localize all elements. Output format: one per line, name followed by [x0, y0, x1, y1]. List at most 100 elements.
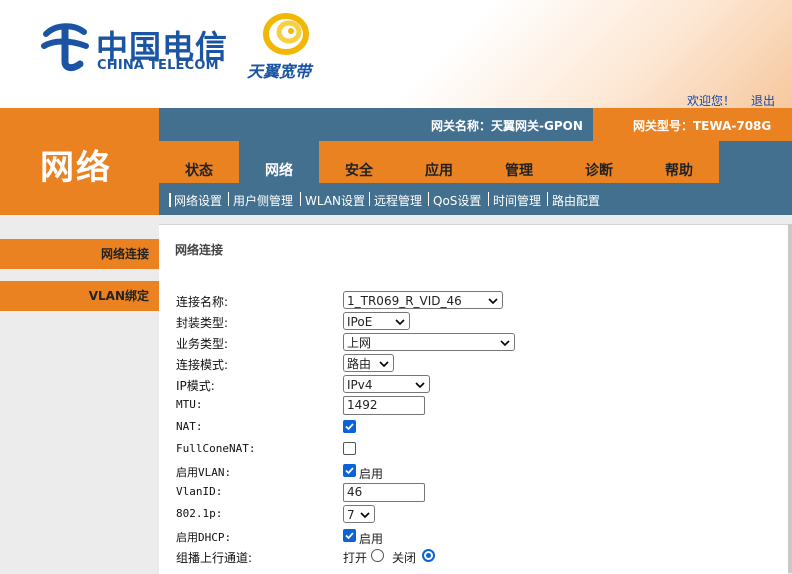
tab-network[interactable]: 网络	[239, 141, 319, 183]
dhcp-label: 启用DHCP:	[176, 531, 232, 544]
subnav-divider	[428, 192, 429, 206]
subnav-network-settings[interactable]: 网络设置	[174, 192, 222, 209]
main-tabs: 状态 网络 安全 应用 管理 诊断 帮助	[159, 141, 792, 183]
row-nat: NAT:	[176, 418, 776, 438]
tab-management[interactable]: 管理	[479, 141, 559, 183]
dhcp-checkbox[interactable]	[343, 529, 356, 542]
row-enable-dhcp: 启用DHCP: 启用	[176, 527, 776, 547]
row-connection-name: 连接名称: 1_TR069_R_VID_46	[176, 291, 776, 311]
connection-name-select[interactable]: 1_TR069_R_VID_46	[343, 291, 503, 309]
vlan-checkbox[interactable]	[343, 464, 356, 477]
fullcone-nat-checkbox[interactable]	[343, 442, 356, 455]
china-telecom-emblem-icon	[41, 23, 89, 72]
row-mtu: MTU: 1492	[176, 396, 776, 416]
logout-link[interactable]: 退出	[751, 92, 775, 109]
subnav-divider	[300, 192, 301, 206]
connection-name-value: 1_TR069_R_VID_46	[347, 294, 462, 308]
priority-8021p-value: 7	[347, 508, 355, 522]
china-telecom-logo: 中国电信 CHINA TELECOM	[40, 20, 230, 80]
service-label: 业务类型:	[176, 337, 229, 351]
subnav-qos[interactable]: QoS设置	[433, 192, 481, 209]
gateway-model-box: 网关型号：TEWA-708G	[593, 108, 792, 141]
chevron-down-icon	[395, 319, 405, 326]
subnav-wlan[interactable]: WLAN设置	[305, 192, 365, 209]
vlanid-label: VlanID:	[176, 485, 223, 498]
sidebar-item-label: 网络连接	[100, 247, 149, 261]
vlan-label: 启用VLAN:	[176, 466, 232, 479]
vlan-id-input[interactable]: 46	[343, 483, 425, 502]
dhcp-enable-text: 启用	[359, 532, 384, 546]
row-vlan-id: VlanID: 46	[176, 483, 776, 503]
row-multicast-upstream: 组播上行通道: 打开 关闭	[176, 547, 776, 567]
fullcone-label: FullConeNAT:	[176, 442, 256, 455]
subnav-remote[interactable]: 远程管理	[374, 192, 422, 209]
subnav-marker	[169, 193, 171, 207]
subnav-divider	[547, 192, 548, 206]
subnav-user-side[interactable]: 用户侧管理	[233, 192, 293, 209]
encap-type-value: IPoE	[347, 315, 373, 329]
service-type-value: 上网	[347, 336, 372, 350]
multicast-open-label: 打开	[343, 551, 368, 565]
gateway-model: 网关型号：TEWA-708G	[633, 119, 772, 133]
gateway-info-bar: 网关名称：天翼网关-GPON 网关型号：TEWA-708G	[159, 108, 792, 141]
mtu-input[interactable]: 1492	[343, 396, 425, 415]
china-telecom-en: CHINA TELECOM	[97, 58, 219, 73]
conn-name-label: 连接名称:	[176, 295, 229, 309]
multicast-label: 组播上行通道:	[176, 551, 253, 565]
tianyi-text: 天翼宽带	[247, 62, 312, 81]
chevron-down-icon	[500, 340, 510, 347]
sub-navigation: 网络设置 用户侧管理 WLAN设置 远程管理 QoS设置 时间管理 路由配置	[159, 183, 792, 215]
checkmark-icon	[345, 423, 354, 431]
welcome-text: 欢迎您！	[687, 94, 736, 108]
sidebar-item-label: VLAN绑定	[88, 289, 149, 303]
tianyi-swirl-icon	[263, 13, 309, 55]
multicast-close-radio[interactable]	[422, 549, 435, 562]
tab-help[interactable]: 帮助	[639, 141, 719, 183]
page-header: 中国电信 CHINA TELECOM 天翼宽带 欢迎您！ 退出	[0, 0, 792, 108]
row-service-type: 业务类型: 上网	[176, 333, 776, 353]
encap-type-select[interactable]: IPoE	[343, 312, 410, 330]
mode-label: 连接模式:	[176, 358, 229, 372]
multicast-open-radio[interactable]	[371, 549, 384, 562]
p8021-label: 802.1p:	[176, 507, 223, 520]
ip-mode-select[interactable]: IPv4	[343, 375, 430, 393]
section-title: 网络	[40, 148, 112, 188]
gateway-name: 网关名称：天翼网关-GPON	[431, 119, 583, 133]
service-type-select[interactable]: 上网	[343, 333, 515, 351]
multicast-close-label: 关闭	[392, 551, 417, 565]
checkmark-icon	[345, 467, 354, 475]
priority-8021p-select[interactable]: 7	[343, 505, 375, 523]
chevron-down-icon	[415, 382, 425, 389]
sidebar-item-network-connection[interactable]: 网络连接	[0, 239, 159, 269]
subnav-divider	[369, 192, 370, 206]
nat-checkbox[interactable]	[343, 420, 356, 433]
tab-status[interactable]: 状态	[159, 141, 239, 183]
chevron-down-icon	[360, 512, 370, 519]
subnav-divider	[488, 192, 489, 206]
mtu-label: MTU:	[176, 398, 203, 411]
tab-diagnostics[interactable]: 诊断	[559, 141, 639, 183]
row-encap: 封装类型: IPoE	[176, 312, 776, 332]
connection-mode-select[interactable]: 路由	[343, 354, 394, 372]
checkmark-icon	[345, 532, 354, 540]
chevron-down-icon	[488, 298, 498, 305]
tab-security[interactable]: 安全	[319, 141, 399, 183]
connection-mode-value: 路由	[347, 357, 372, 371]
vlan-enable-text: 启用	[359, 467, 384, 481]
row-fullcone-nat: FullConeNAT:	[176, 440, 776, 460]
ip-mode-value: IPv4	[347, 378, 373, 392]
content-title: 网络连接	[175, 243, 224, 257]
encap-label: 封装类型:	[176, 316, 229, 330]
chevron-down-icon	[379, 361, 389, 368]
subnav-time[interactable]: 时间管理	[493, 192, 541, 209]
sidebar-item-vlan-binding[interactable]: VLAN绑定	[0, 281, 159, 311]
tianyi-logo: 天翼宽带	[247, 12, 337, 82]
ipmode-label: IP模式:	[176, 379, 215, 393]
content-scrollbar[interactable]	[788, 224, 792, 573]
row-enable-vlan: 启用VLAN: 启用	[176, 462, 776, 482]
tab-application[interactable]: 应用	[399, 141, 479, 183]
row-ip-mode: IP模式: IPv4	[176, 375, 776, 395]
main-content: 网络连接 连接名称: 1_TR069_R_VID_46 封装类型: IPoE 业…	[159, 224, 788, 574]
subnav-routing[interactable]: 路由配置	[552, 192, 600, 209]
subnav-divider	[228, 192, 229, 206]
